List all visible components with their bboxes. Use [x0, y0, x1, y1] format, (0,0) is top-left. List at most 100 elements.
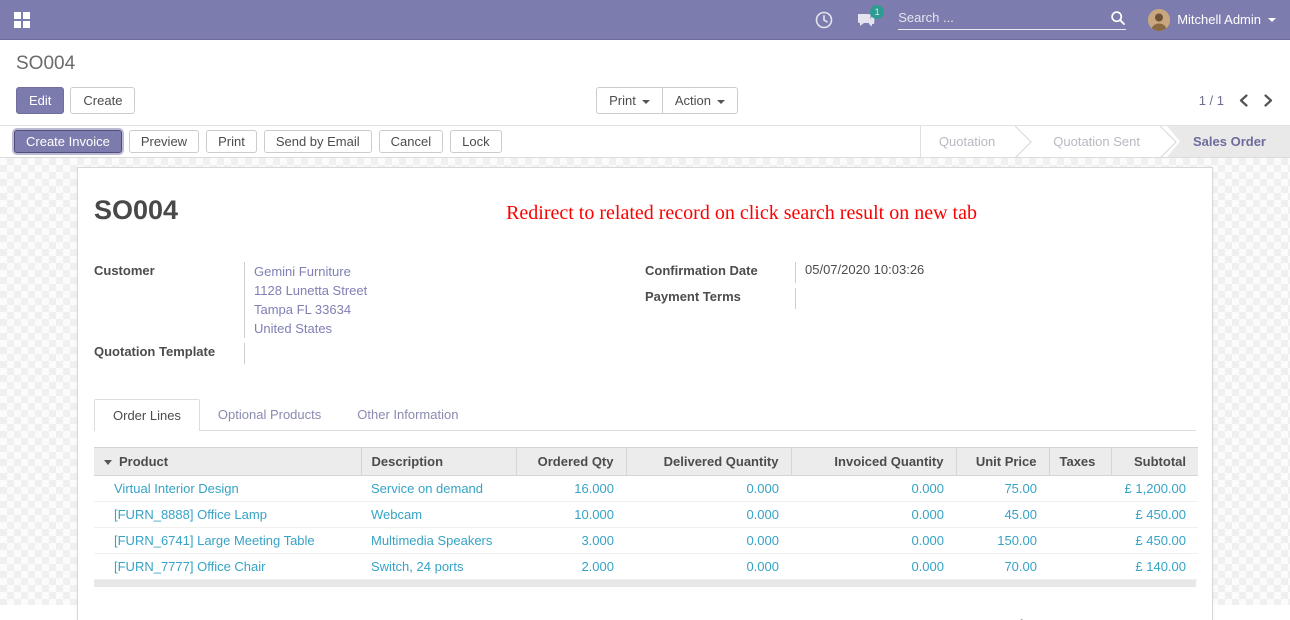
cell-taxes[interactable] [1049, 528, 1111, 554]
red-annotation-text: Redirect to related record on click sear… [506, 202, 977, 225]
cell-subtotal[interactable]: £ 140.00 [1111, 554, 1198, 580]
confirmation-date-value: 05/07/2020 10:03:26 [795, 262, 1188, 283]
cell-delivered-qty[interactable]: 0.000 [626, 528, 791, 554]
cell-subtotal[interactable]: £ 450.00 [1111, 502, 1198, 528]
stage-sales-order[interactable]: Sales Order [1167, 126, 1290, 157]
cell-invoiced-qty[interactable]: 0.000 [791, 476, 956, 502]
cell-ordered-qty[interactable]: 3.000 [516, 528, 626, 554]
customer-city: Tampa FL 33634 [254, 300, 637, 319]
cell-description[interactable]: Switch, 24 ports [361, 554, 516, 580]
message-count-badge: 1 [870, 5, 884, 19]
form-view-background: SO004 Redirect to related record on clic… [0, 158, 1290, 605]
quotation-template-value[interactable] [244, 343, 637, 364]
cell-delivered-qty[interactable]: 0.000 [626, 502, 791, 528]
tab-order-lines[interactable]: Order Lines [94, 399, 200, 431]
user-name: Mitchell Admin [1177, 12, 1261, 27]
create-button[interactable]: Create [70, 87, 135, 114]
cell-invoiced-qty[interactable]: 0.000 [791, 528, 956, 554]
pager-counter: 1 / 1 [1199, 93, 1224, 108]
user-menu-caret-icon [1268, 18, 1276, 22]
col-product[interactable]: Product [119, 454, 168, 469]
cell-invoiced-qty[interactable]: 0.000 [791, 554, 956, 580]
action-dropdown[interactable]: Action [662, 87, 738, 114]
cell-ordered-qty[interactable]: 10.000 [516, 502, 626, 528]
cell-invoiced-qty[interactable]: 0.000 [791, 502, 956, 528]
col-subtotal[interactable]: Subtotal [1111, 448, 1198, 476]
customer-country: United States [254, 319, 637, 338]
payment-terms-label: Payment Terms [645, 288, 795, 309]
tab-optional-products[interactable]: Optional Products [200, 399, 339, 430]
cell-product[interactable]: [FURN_7777] Office Chair [94, 554, 361, 580]
table-header-row: Product Description Ordered Qty Delivere… [94, 448, 1198, 476]
cell-unit-price[interactable]: 70.00 [956, 554, 1049, 580]
cell-delivered-qty[interactable]: 0.000 [626, 476, 791, 502]
top-navbar: 1 Mitchell Admin [0, 0, 1290, 40]
preview-button[interactable]: Preview [129, 130, 199, 153]
chevron-down-icon [717, 100, 725, 104]
order-line-row[interactable]: Virtual Interior Design Service on deman… [94, 476, 1198, 502]
customer-value[interactable]: Gemini Furniture 1128 Lunetta Street Tam… [244, 262, 637, 338]
col-invoiced-quantity[interactable]: Invoiced Quantity [791, 448, 956, 476]
order-line-row[interactable]: [FURN_6741] Large Meeting Table Multimed… [94, 528, 1198, 554]
cell-taxes[interactable] [1049, 502, 1111, 528]
order-line-row[interactable]: [FURN_8888] Office Lamp Webcam 10.000 0.… [94, 502, 1198, 528]
cell-description[interactable]: Webcam [361, 502, 516, 528]
lock-button[interactable]: Lock [450, 130, 501, 153]
cell-delivered-qty[interactable]: 0.000 [626, 554, 791, 580]
stage-quotation-sent[interactable]: Quotation Sent [1035, 126, 1158, 157]
sales-order-sheet: SO004 Redirect to related record on clic… [77, 167, 1213, 620]
cell-subtotal[interactable]: £ 450.00 [1111, 528, 1198, 554]
table-footer-strip [94, 580, 1196, 587]
cancel-button[interactable]: Cancel [379, 130, 443, 153]
customer-label: Customer [94, 262, 244, 338]
cell-ordered-qty[interactable]: 16.000 [516, 476, 626, 502]
cell-subtotal[interactable]: £ 1,200.00 [1111, 476, 1198, 502]
breadcrumb: SO004 [16, 53, 1274, 75]
column-toggle-icon[interactable] [104, 460, 112, 465]
user-avatar [1148, 9, 1170, 31]
tab-other-information[interactable]: Other Information [339, 399, 476, 430]
cell-ordered-qty[interactable]: 2.000 [516, 554, 626, 580]
order-lines-table: Product Description Ordered Qty Delivere… [94, 447, 1198, 580]
create-invoice-button[interactable]: Create Invoice [14, 130, 122, 153]
cell-taxes[interactable] [1049, 554, 1111, 580]
print-button[interactable]: Print [206, 130, 257, 153]
col-description[interactable]: Description [361, 448, 516, 476]
search-icon[interactable] [1110, 10, 1126, 26]
col-unit-price[interactable]: Unit Price [956, 448, 1049, 476]
col-ordered-qty[interactable]: Ordered Qty [516, 448, 626, 476]
search-input[interactable] [898, 10, 1110, 25]
send-by-email-button[interactable]: Send by Email [264, 130, 372, 153]
col-taxes[interactable]: Taxes [1049, 448, 1111, 476]
cell-product[interactable]: [FURN_8888] Office Lamp [94, 502, 361, 528]
stage-quotation[interactable]: Quotation [921, 126, 1013, 157]
cell-taxes[interactable] [1049, 476, 1111, 502]
order-line-row[interactable]: [FURN_7777] Office Chair Switch, 24 port… [94, 554, 1198, 580]
cell-description[interactable]: Service on demand [361, 476, 516, 502]
cell-description[interactable]: Multimedia Speakers [361, 528, 516, 554]
pager-previous-icon[interactable] [1238, 94, 1249, 107]
payment-terms-value[interactable] [795, 288, 1188, 309]
status-stages: Quotation Quotation Sent Sales Order [920, 126, 1290, 157]
cell-unit-price[interactable]: 150.00 [956, 528, 1049, 554]
statusbar: Create Invoice Preview Print Send by Ema… [0, 125, 1290, 158]
stage-separator-icon [1013, 126, 1035, 157]
cell-product[interactable]: [FURN_6741] Large Meeting Table [94, 528, 361, 554]
activities-clock-icon[interactable] [814, 10, 834, 30]
pager-next-icon[interactable] [1263, 94, 1274, 107]
cell-unit-price[interactable]: 45.00 [956, 502, 1049, 528]
record-title: SO004 [94, 195, 178, 226]
chevron-down-icon [642, 100, 650, 104]
cell-product[interactable]: Virtual Interior Design [94, 476, 361, 502]
customer-name[interactable]: Gemini Furniture [254, 262, 637, 281]
action-dropdown-label: Action [675, 93, 711, 108]
user-menu[interactable]: Mitchell Admin [1148, 9, 1276, 31]
apps-menu-icon[interactable] [14, 12, 30, 28]
print-dropdown[interactable]: Print [596, 87, 663, 114]
messages-icon[interactable]: 1 [856, 10, 876, 30]
col-delivered-quantity[interactable]: Delivered Quantity [626, 448, 791, 476]
notebook-tabs: Order Lines Optional Products Other Info… [94, 399, 1196, 431]
edit-button[interactable]: Edit [16, 87, 64, 114]
global-search [898, 10, 1126, 30]
cell-unit-price[interactable]: 75.00 [956, 476, 1049, 502]
